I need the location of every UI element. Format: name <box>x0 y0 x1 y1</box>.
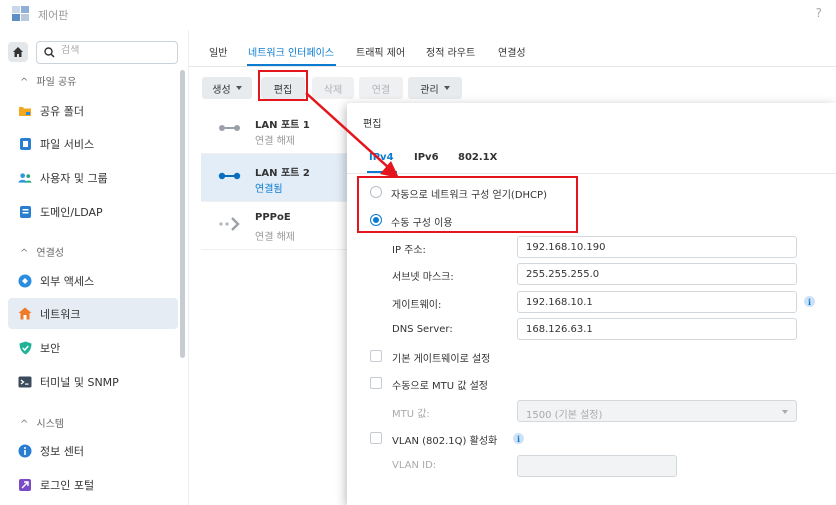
annotation-arrow <box>305 92 399 178</box>
